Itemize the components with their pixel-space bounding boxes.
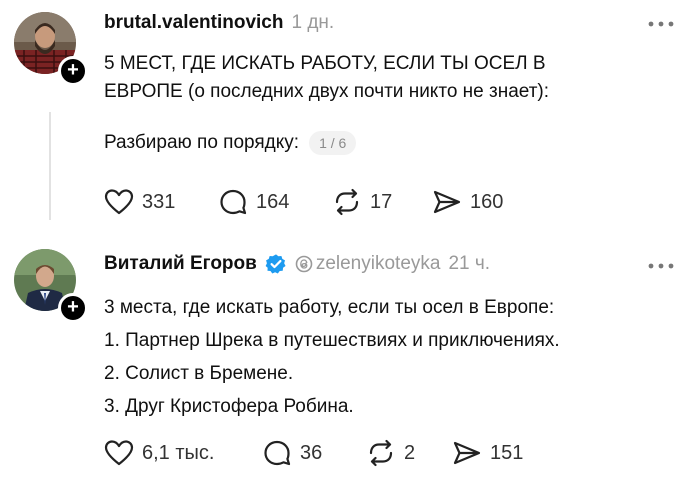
like-button[interactable]: 6,1 тыс. bbox=[104, 438, 262, 468]
like-count: 331 bbox=[142, 190, 176, 213]
comment-icon bbox=[264, 440, 291, 466]
thread-line bbox=[49, 112, 51, 220]
post-text-line: 2. Солист в Бремене. bbox=[104, 363, 294, 384]
post-text-line: 1. Партнер Шрека в путешествиях и приклю… bbox=[104, 330, 560, 351]
post-text-line: 3. Друг Кристофера Робина. bbox=[104, 396, 354, 417]
like-button[interactable]: 331 bbox=[104, 187, 218, 217]
repost-button[interactable]: 2 bbox=[366, 438, 452, 468]
avatar-container[interactable]: + bbox=[14, 12, 88, 86]
repost-icon bbox=[369, 439, 393, 467]
comment-button[interactable]: 36 bbox=[262, 438, 366, 468]
verified-icon bbox=[265, 254, 286, 274]
username[interactable]: Виталий Егоров bbox=[104, 253, 257, 275]
comment-count: 36 bbox=[300, 441, 323, 464]
comment-icon bbox=[220, 189, 247, 215]
more-icon[interactable] bbox=[646, 18, 676, 30]
timestamp[interactable]: 21 ч. bbox=[448, 253, 490, 275]
more-icon[interactable] bbox=[646, 260, 676, 272]
share-icon bbox=[433, 190, 461, 214]
repost-count: 17 bbox=[370, 190, 393, 213]
post-header: Виталий Егоров zelenyikoteyka 21 ч. bbox=[104, 253, 490, 275]
thread-counter-badge: 1 / 6 bbox=[309, 131, 357, 155]
action-bar: 331 164 17 160 bbox=[104, 187, 503, 217]
post-text: 5 МЕСТ, ГДЕ ИСКАТЬ РАБОТУ, ЕСЛИ ТЫ ОСЕЛ … bbox=[104, 50, 684, 106]
like-count: 6,1 тыс. bbox=[142, 441, 215, 464]
repost-count: 2 bbox=[404, 441, 416, 464]
post-header: brutal.valentinovich 1 дн. bbox=[104, 12, 334, 34]
share-button[interactable]: 160 bbox=[432, 187, 503, 217]
post: + Виталий Егоров zelenyikoteyka 21 ч. 3 … bbox=[0, 236, 700, 478]
repost-button[interactable]: 17 bbox=[332, 187, 432, 217]
timestamp[interactable]: 1 дн. bbox=[291, 12, 334, 34]
handle[interactable]: zelenyikoteyka bbox=[295, 253, 441, 275]
post-subline: Разбираю по порядку: 1 / 6 bbox=[104, 131, 357, 155]
post-text-line: 3 места, где искать работу, если ты осел… bbox=[104, 297, 555, 318]
share-button[interactable]: 151 bbox=[452, 438, 523, 468]
share-icon bbox=[453, 441, 481, 465]
heart-icon bbox=[104, 189, 134, 215]
username[interactable]: brutal.valentinovich bbox=[104, 12, 283, 34]
share-count: 151 bbox=[490, 441, 524, 464]
heart-icon bbox=[104, 440, 134, 466]
follow-button[interactable]: + bbox=[58, 56, 88, 86]
comment-count: 164 bbox=[256, 190, 290, 213]
action-bar: 6,1 тыс. 36 2 151 bbox=[104, 438, 523, 468]
post-text: 3 места, где искать работу, если ты осел… bbox=[104, 291, 684, 423]
follow-button[interactable]: + bbox=[58, 293, 88, 323]
subline-text: Разбираю по порядку: bbox=[104, 132, 300, 153]
handle-text: zelenyikoteyka bbox=[315, 253, 441, 274]
avatar-container[interactable]: + bbox=[14, 249, 88, 323]
threads-icon bbox=[295, 255, 313, 273]
share-count: 160 bbox=[470, 190, 504, 213]
repost-icon bbox=[335, 188, 359, 216]
comment-button[interactable]: 164 bbox=[218, 187, 332, 217]
post-text-line: 5 МЕСТ, ГДЕ ИСКАТЬ РАБОТУ, ЕСЛИ ТЫ ОСЕЛ … bbox=[104, 53, 546, 74]
post: + brutal.valentinovich 1 дн. 5 МЕСТ, ГДЕ… bbox=[0, 0, 700, 236]
post-text-line: ЕВРОПЕ (о последних двух почти никто не … bbox=[104, 81, 550, 102]
